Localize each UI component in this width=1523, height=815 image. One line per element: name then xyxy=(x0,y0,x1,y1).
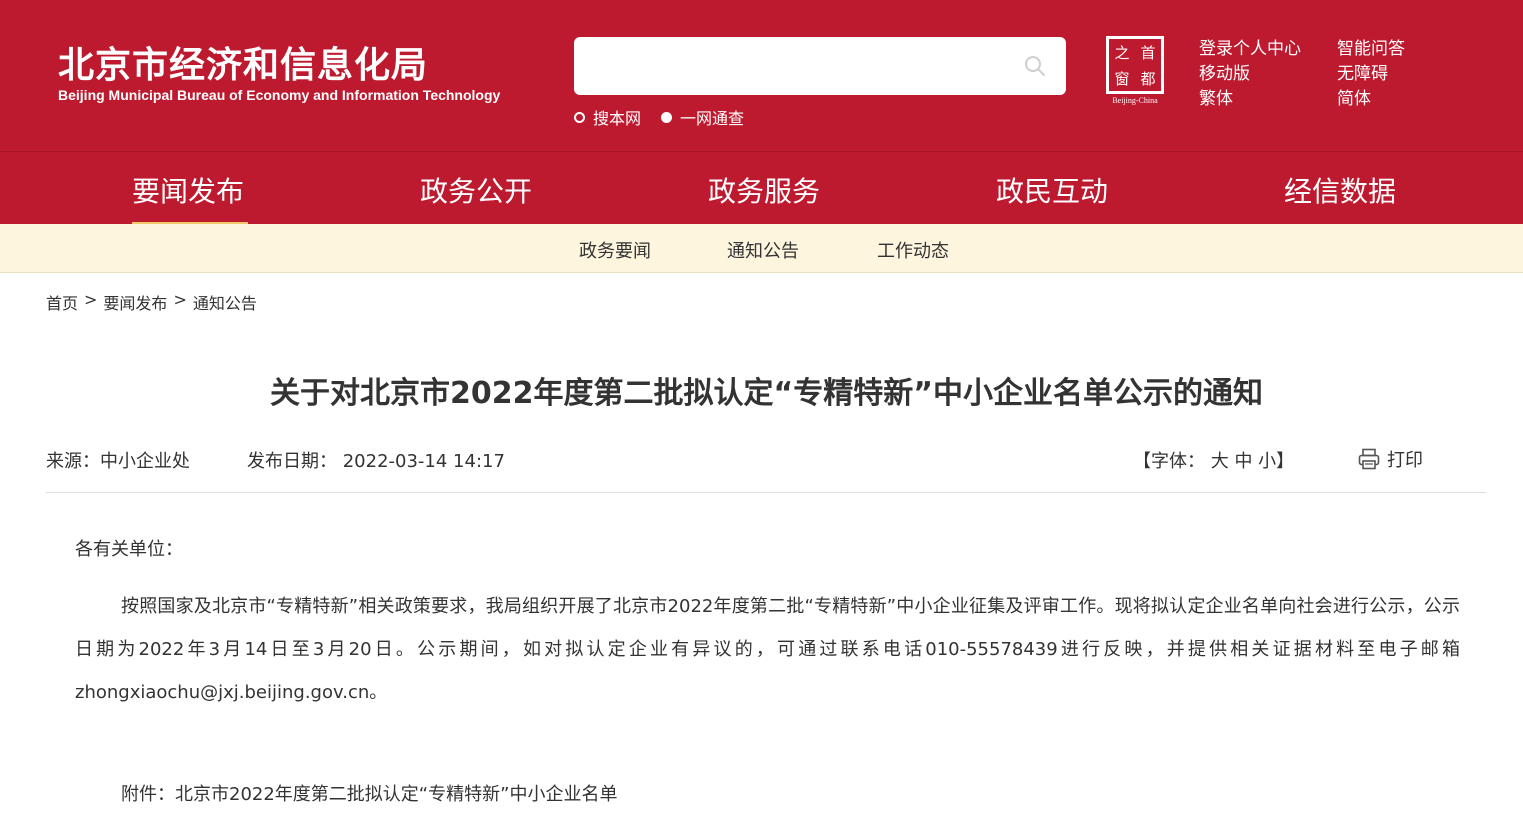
seal-subtitle: Beijing-China xyxy=(1112,96,1158,105)
seal-char: 首 xyxy=(1140,43,1156,62)
traditional-chinese-link[interactable]: 繁体 xyxy=(1199,84,1233,109)
site-logo-subtitle: Beijing Municipal Bureau of Economy and … xyxy=(58,87,501,103)
search-icon[interactable] xyxy=(1024,55,1046,77)
search-scope-site-label: 搜本网 xyxy=(593,109,642,128)
meta-divider xyxy=(46,492,1486,493)
breadcrumb-notices[interactable]: 通知公告 xyxy=(193,290,257,314)
article-date: 发布日期： 2022-03-14 14:17 xyxy=(247,451,505,472)
breadcrumb-separator: > xyxy=(84,290,98,309)
seal-box: 之 首 窗 都 xyxy=(1106,36,1164,94)
search-input[interactable] xyxy=(574,37,1066,95)
smart-qa-link[interactable]: 智能问答 xyxy=(1337,34,1405,59)
breadcrumb-news[interactable]: 要闻发布 xyxy=(103,290,167,314)
article-paragraph: 按照国家及北京市“专精特新”相关政策要求，我局组织开展了北京市2022年度第二批… xyxy=(75,596,1460,703)
nav-item-data[interactable]: 经信数据 xyxy=(1284,170,1396,210)
search-scope-all-label: 一网通查 xyxy=(680,109,745,128)
radio-unchecked-icon xyxy=(574,111,585,123)
breadcrumb-home[interactable]: 首页 xyxy=(46,290,78,314)
nav-item-interaction[interactable]: 政民互动 xyxy=(996,170,1108,210)
login-link[interactable]: 登录个人中心 xyxy=(1199,34,1301,59)
simplified-chinese-link[interactable]: 简体 xyxy=(1337,84,1371,109)
mobile-version-link[interactable]: 移动版 xyxy=(1199,59,1250,84)
seal-char: 窗 xyxy=(1114,69,1130,88)
radio-checked-icon xyxy=(661,111,672,123)
main-nav: 要闻发布 政务公开 政务服务 政民互动 经信数据 xyxy=(0,151,1523,225)
nav-item-gov-affairs[interactable]: 政务公开 xyxy=(420,170,532,210)
breadcrumb: 首页 > 要闻发布 > 通知公告 xyxy=(46,290,257,314)
sub-nav-item-gov-news[interactable]: 政务要闻 xyxy=(579,237,651,263)
accessibility-link[interactable]: 无障碍 xyxy=(1337,59,1388,84)
seal-char: 之 xyxy=(1114,43,1130,62)
sub-nav-item-work-updates[interactable]: 工作动态 xyxy=(877,237,949,263)
article-source: 来源：中小企业处 xyxy=(46,451,190,472)
print-button[interactable]: 打印 xyxy=(1357,446,1423,472)
article-greeting: 各有关单位： xyxy=(75,539,183,560)
article-attachment-link[interactable]: 附件：北京市2022年度第二批拟认定“专精特新”中小企业名单 xyxy=(121,780,617,806)
seal-char: 都 xyxy=(1140,69,1156,88)
printer-icon xyxy=(1358,448,1380,470)
search-scope-all-radio[interactable]: 一网通查 xyxy=(661,105,744,129)
site-logo-title[interactable]: 北京市经济和信息化局 xyxy=(58,36,428,88)
font-size-selector[interactable]: 【字体： 大 中 小】 xyxy=(1133,447,1294,473)
sub-nav-item-notices[interactable]: 通知公告 xyxy=(727,237,799,263)
site-header: 北京市经济和信息化局 Beijing Municipal Bureau of E… xyxy=(0,0,1523,151)
search-scope-site-radio[interactable]: 搜本网 xyxy=(574,105,641,129)
nav-item-gov-services[interactable]: 政务服务 xyxy=(708,170,820,210)
print-label: 打印 xyxy=(1387,450,1423,471)
capital-window-seal-logo[interactable]: 之 首 窗 都 Beijing-China xyxy=(1103,36,1167,106)
sub-nav: 政务要闻 通知公告 工作动态 xyxy=(0,224,1523,273)
breadcrumb-separator: > xyxy=(173,290,187,309)
article-title: 关于对北京市2022年度第二批拟认定“专精特新”中小企业名单公示的通知 xyxy=(270,376,1263,411)
nav-item-news[interactable]: 要闻发布 xyxy=(132,170,244,210)
